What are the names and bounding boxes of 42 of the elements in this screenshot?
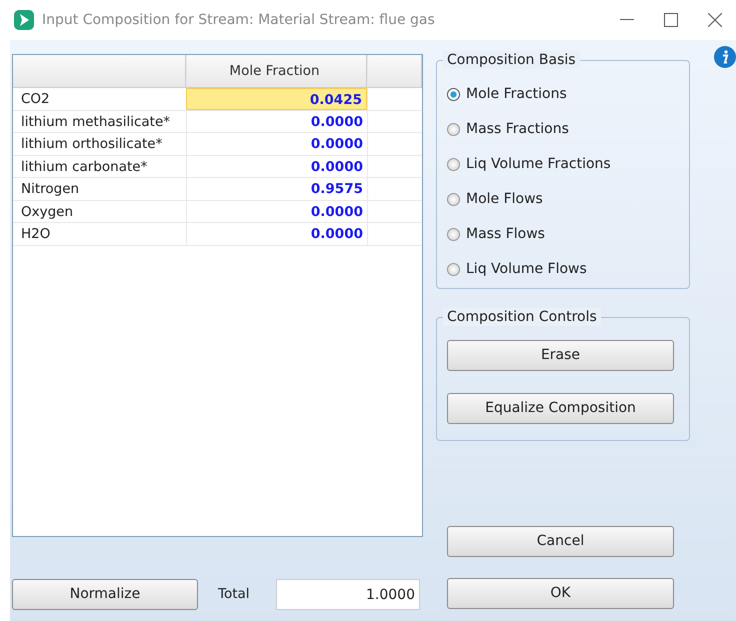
- fraction-cell[interactable]: 0.0000: [186, 133, 367, 154]
- group-title: Composition Basis: [443, 51, 580, 69]
- normalize-button[interactable]: Normalize: [12, 579, 198, 610]
- radio-button[interactable]: [447, 228, 460, 241]
- component-name: Nitrogen: [20, 180, 80, 199]
- radio-button[interactable]: [447, 193, 460, 206]
- close-icon[interactable]: [708, 13, 722, 27]
- radio-button[interactable]: [447, 88, 460, 101]
- fraction-cell[interactable]: 0.9575: [186, 178, 367, 200]
- radio-label[interactable]: Mole Fractions: [466, 84, 567, 105]
- component-name: Oxygen: [20, 202, 74, 222]
- fraction-cell[interactable]: 0.0000: [186, 110, 367, 132]
- group-title: Composition Controls: [443, 308, 601, 326]
- dialog-button[interactable]: Cancel: [447, 526, 674, 557]
- app-logo-icon: [14, 10, 34, 30]
- info-icon[interactable]: [714, 46, 736, 68]
- maximize-icon[interactable]: [664, 13, 678, 27]
- column-header: Mole Fraction: [186, 55, 367, 87]
- total-field[interactable]: 1.0000: [276, 579, 420, 610]
- component-name: H2O: [20, 225, 52, 244]
- window-title: Input Composition for Stream: Material Stream: flue gas: [42, 10, 435, 30]
- minimize-icon[interactable]: [620, 19, 634, 21]
- total-label: Total: [218, 585, 251, 604]
- component-name: lithium methasilicate*: [20, 112, 172, 132]
- dialog-button[interactable]: OK: [447, 578, 674, 609]
- radio-label[interactable]: Liq Volume Fractions: [466, 154, 611, 175]
- radio-button[interactable]: [447, 158, 460, 171]
- fraction-cell[interactable]: 0.0425: [186, 88, 367, 110]
- radio-label[interactable]: Mass Fractions: [466, 119, 569, 140]
- radio-button[interactable]: [447, 263, 460, 276]
- control-button[interactable]: Erase: [447, 340, 674, 371]
- component-name: lithium carbonate*: [20, 158, 148, 176]
- fraction-cell[interactable]: 0.0000: [186, 156, 367, 177]
- component-name: CO2: [20, 90, 51, 109]
- radio-label[interactable]: Liq Volume Flows: [466, 259, 587, 280]
- fraction-cell[interactable]: 0.0000: [186, 200, 367, 222]
- radio-label[interactable]: Mole Flows: [466, 189, 543, 210]
- control-button[interactable]: Equalize Composition: [447, 393, 674, 424]
- radio-button[interactable]: [447, 123, 460, 136]
- component-name: lithium orthosilicate*: [20, 135, 164, 154]
- fraction-cell[interactable]: 0.0000: [186, 223, 367, 244]
- radio-label[interactable]: Mass Flows: [466, 224, 545, 245]
